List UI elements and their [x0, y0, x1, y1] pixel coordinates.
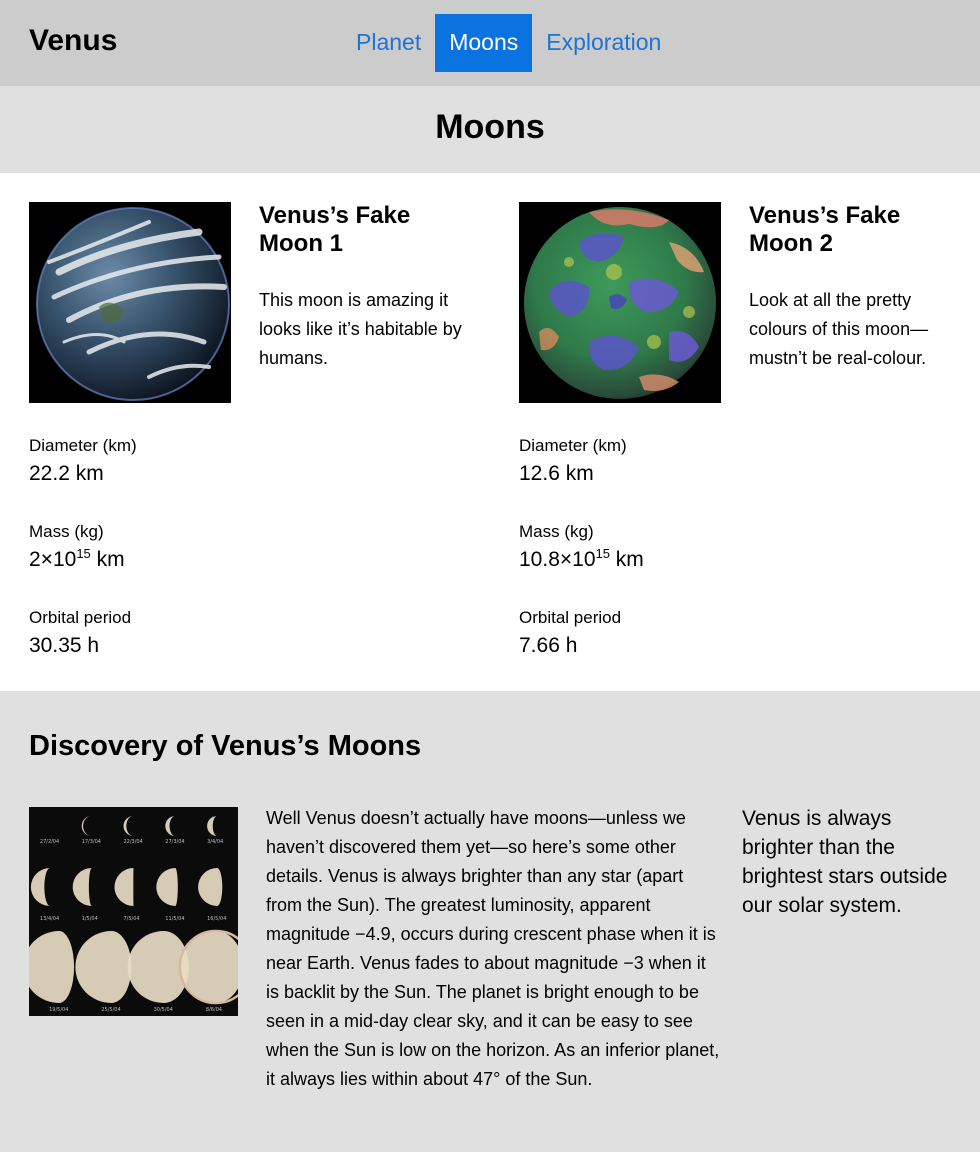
diameter-value: 12.6 km — [519, 462, 594, 485]
phase-date-caption: 16/5/04 — [207, 916, 226, 922]
top-bar: Venus Planet Moons Exploration — [0, 0, 980, 86]
moon-2-diameter: Diameter (km) 12.6 km — [519, 436, 819, 488]
phase-date-caption: 11/5/04 — [165, 916, 184, 922]
phase-date-caption: 1/5/04 — [82, 916, 98, 922]
phase-date-caption: 25/5/04 — [101, 1007, 120, 1013]
discovery-title: Discovery of Venus’s Moons — [29, 730, 422, 762]
moon-1-description: This moon is amazing it looks like it’s … — [259, 290, 462, 368]
site-title[interactable]: Venus — [29, 24, 117, 58]
venus-phase: 7/5/04 — [114, 868, 140, 922]
moon-1-orbital-period: Orbital period 30.35 h — [29, 608, 329, 660]
orbital-period-value: 30.35 h — [29, 634, 100, 657]
venus-phase: 22/3/04 — [123, 816, 143, 845]
phase-date-caption: 3/4/04 — [207, 839, 223, 845]
phase-date-caption: 7/5/04 — [124, 916, 140, 922]
discovery-aside: Venus is always brighter than the bright… — [742, 807, 948, 917]
mass-unit: km — [609, 548, 644, 571]
diameter-value: 22.2 km — [29, 462, 104, 485]
venus-phase: 13/4/04 — [30, 868, 59, 922]
mass-unit: km — [90, 548, 125, 571]
venus-phase: 25/5/04 — [75, 931, 132, 1013]
mass-value: 2×1015 km — [29, 546, 329, 574]
venus-phases-image: 27/2/04 17/3/04 22/3/04 27/3/04 3/4/04 13/4/0… — [29, 807, 238, 1016]
page-title-bar: Moons — [0, 86, 980, 173]
mass-mantissa: 2×10 — [29, 548, 77, 571]
orbital-period-label: Orbital period — [29, 608, 132, 627]
venus-phase: 27/2/04 — [39, 816, 59, 845]
moon-card-1: Venus’s Fake Moon 1 This moon is amazing… — [29, 202, 479, 672]
moon-1-image — [29, 202, 231, 403]
venus-phase: 27/3/04 — [165, 816, 185, 845]
nav-item-planet[interactable]: Planet — [342, 14, 435, 72]
venus-phase: 19/5/04 — [29, 931, 75, 1013]
mass-value: 10.8×1015 km — [519, 546, 819, 574]
phase-date-caption: 27/2/04 — [40, 839, 59, 845]
venus-phase: 3/4/04 — [207, 816, 223, 845]
moons-section: Venus’s Fake Moon 1 This moon is amazing… — [0, 173, 980, 691]
phase-date-caption: 13/4/04 — [40, 916, 59, 922]
diameter-label: Diameter (km) — [519, 436, 627, 455]
main-nav: Planet Moons Exploration — [342, 14, 675, 72]
venus-phase: 11/5/04 — [156, 868, 185, 922]
moon-card-2: Venus’s Fake Moon 2 Look at all the pret… — [519, 202, 969, 672]
nav-item-moons[interactable]: Moons — [435, 14, 533, 72]
moon-1-mass: Mass (kg) 2×1015 km — [29, 522, 329, 574]
moon-2-description: Look at all the pretty colours of this m… — [749, 290, 929, 368]
venus-phase: 8/6/04 — [178, 929, 238, 1013]
moon-1-name: Venus’s Fake Moon 1 — [259, 202, 411, 257]
moon-2-orbital-period: Orbital period 7.66 h — [519, 608, 819, 660]
moon-1-diameter: Diameter (km) 22.2 km — [29, 436, 329, 488]
venus-phase: 1/5/04 — [72, 868, 98, 922]
discovery-section: Discovery of Venus’s Moons 27/2/04 17/3/0… — [0, 691, 980, 1152]
mass-mantissa: 10.8×10 — [519, 548, 596, 571]
phase-date-caption: 19/5/04 — [49, 1007, 68, 1013]
moon-2-name: Venus’s Fake Moon 2 — [749, 202, 901, 257]
phase-date-caption: 17/3/04 — [82, 839, 101, 845]
page-title: Moons — [435, 108, 545, 146]
nav-item-exploration[interactable]: Exploration — [532, 14, 675, 72]
discovery-text: Well Venus doesn’t actually have moons—u… — [266, 808, 720, 1089]
mass-exponent: 15 — [595, 546, 610, 561]
venus-phase: 16/5/04 — [198, 868, 226, 922]
mass-label: Mass (kg) — [29, 522, 104, 541]
mass-exponent: 15 — [76, 546, 91, 561]
diameter-label: Diameter (km) — [29, 436, 137, 455]
moon-2-mass: Mass (kg) 10.8×1015 km — [519, 522, 819, 574]
orbital-period-value: 7.66 h — [519, 634, 578, 657]
phase-date-caption: 27/3/04 — [165, 839, 184, 845]
phase-date-caption: 22/3/04 — [124, 839, 143, 845]
orbital-period-label: Orbital period — [519, 608, 622, 627]
phase-date-caption: 30/5/04 — [154, 1007, 173, 1013]
moon-2-image — [519, 202, 721, 403]
mass-label: Mass (kg) — [519, 522, 594, 541]
venus-phase: 17/3/04 — [81, 816, 101, 845]
phase-date-caption: 8/6/04 — [206, 1007, 222, 1013]
